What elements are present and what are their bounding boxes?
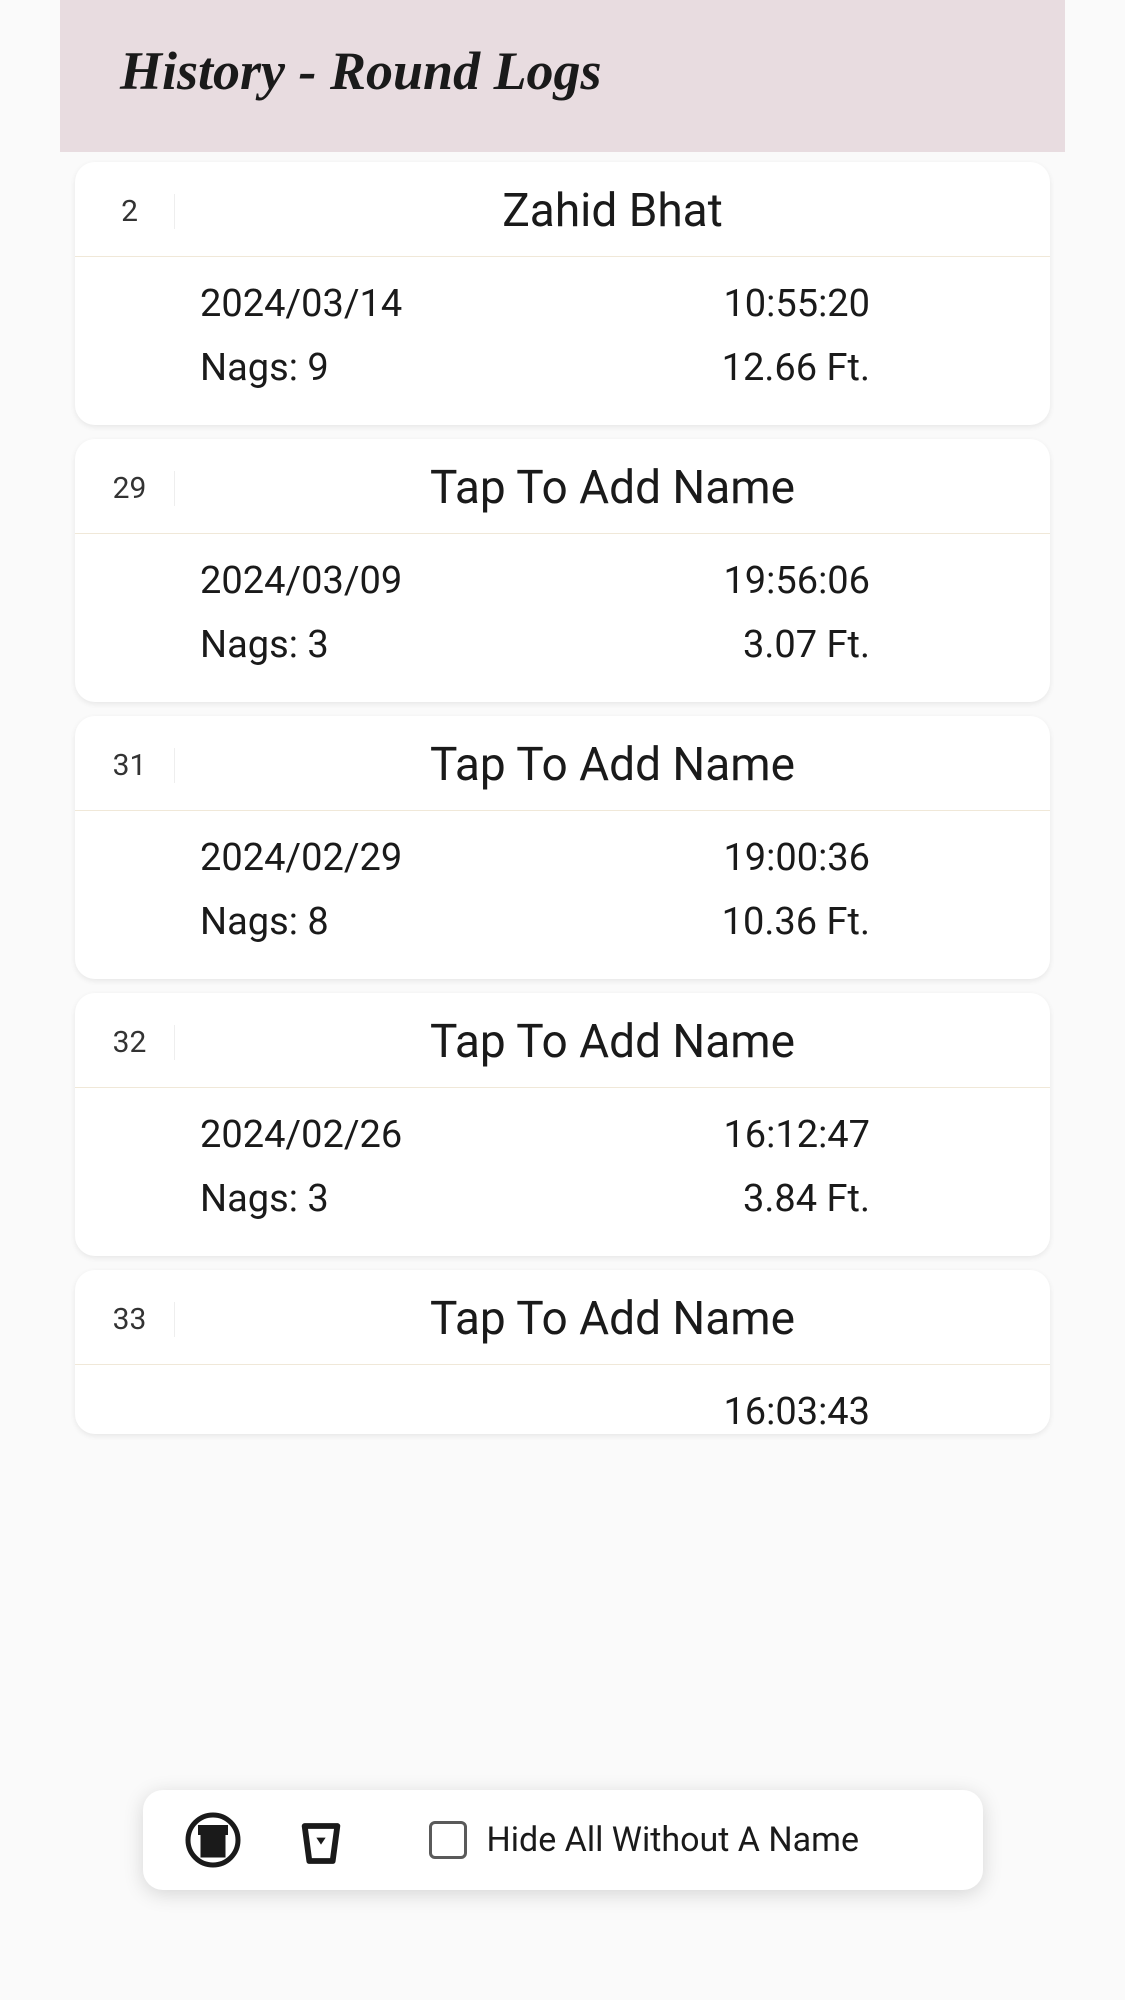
card-row-stats: Nags: 3 3.07 Ft. <box>105 623 1020 667</box>
card-row-datetime: 2024/03/14 10:55:20 <box>105 282 1020 326</box>
card-row-datetime-partial: 16:03:43 <box>75 1365 1050 1434</box>
card-number: 33 <box>95 1302 175 1337</box>
card-header: 33 Tap To Add Name <box>75 1270 1050 1365</box>
card-row-stats: Nags: 3 3.84 Ft. <box>105 1177 1020 1221</box>
card-body: 2024/03/09 19:56:06 Nags: 3 3.07 Ft. <box>75 534 1050 702</box>
card-number: 32 <box>95 1025 175 1060</box>
card-row-datetime: 2024/02/26 16:12:47 <box>105 1113 1020 1157</box>
archive-icon <box>183 1810 243 1870</box>
card-nags: Nags: 8 <box>105 900 329 944</box>
card-number: 31 <box>95 748 175 783</box>
card-nags: Nags: 3 <box>105 1177 329 1221</box>
trash-icon <box>293 1812 349 1868</box>
history-list: 2 Zahid Bhat 2024/03/14 10:55:20 Nags: 9… <box>0 152 1125 1434</box>
card-feet: 10.36 Ft. <box>722 900 1020 944</box>
card-time: 16:12:47 <box>723 1113 1020 1157</box>
card-nags: Nags: 3 <box>105 623 329 667</box>
card-body: 2024/02/29 19:00:36 Nags: 8 10.36 Ft. <box>75 811 1050 979</box>
hide-checkbox-label: Hide All Without A Name <box>487 1820 860 1860</box>
history-card[interactable]: 33 Tap To Add Name 16:03:43 <box>75 1270 1050 1434</box>
bottom-toolbar: Hide All Without A Name <box>143 1790 983 1890</box>
card-header: 31 Tap To Add Name <box>75 716 1050 811</box>
card-time: 19:56:06 <box>723 559 1020 603</box>
card-date: 2024/03/14 <box>105 282 402 326</box>
card-header: 2 Zahid Bhat <box>75 162 1050 257</box>
history-card[interactable]: 32 Tap To Add Name 2024/02/26 16:12:47 N… <box>75 993 1050 1256</box>
card-header: 32 Tap To Add Name <box>75 993 1050 1088</box>
card-number: 2 <box>95 194 175 229</box>
hide-checkbox-group[interactable]: Hide All Without A Name <box>429 1820 860 1860</box>
card-date: 2024/03/09 <box>105 559 402 603</box>
card-row-stats: Nags: 8 10.36 Ft. <box>105 900 1020 944</box>
page-title: History - Round Logs <box>120 40 1005 102</box>
card-feet: 12.66 Ft. <box>722 346 1020 390</box>
card-time: 16:03:43 <box>723 1390 1020 1434</box>
card-time: 19:00:36 <box>723 836 1020 880</box>
card-body: 2024/02/26 16:12:47 Nags: 3 3.84 Ft. <box>75 1088 1050 1256</box>
card-name[interactable]: Tap To Add Name <box>175 461 1030 515</box>
page-header: History - Round Logs <box>60 0 1065 152</box>
hide-checkbox[interactable] <box>429 1821 467 1859</box>
card-row-stats: Nags: 9 12.66 Ft. <box>105 346 1020 390</box>
card-date <box>105 1390 200 1434</box>
history-card[interactable]: 2 Zahid Bhat 2024/03/14 10:55:20 Nags: 9… <box>75 162 1050 425</box>
card-body: 2024/03/14 10:55:20 Nags: 9 12.66 Ft. <box>75 257 1050 425</box>
card-number: 29 <box>95 471 175 506</box>
card-feet: 3.07 Ft. <box>743 623 1020 667</box>
card-name[interactable]: Tap To Add Name <box>175 1292 1030 1346</box>
card-time: 10:55:20 <box>723 282 1020 326</box>
delete-button[interactable] <box>293 1812 349 1868</box>
card-date: 2024/02/26 <box>105 1113 402 1157</box>
archive-button[interactable] <box>183 1810 243 1870</box>
card-name[interactable]: Tap To Add Name <box>175 1015 1030 1069</box>
card-name[interactable]: Tap To Add Name <box>175 738 1030 792</box>
card-nags: Nags: 9 <box>105 346 329 390</box>
history-card[interactable]: 31 Tap To Add Name 2024/02/29 19:00:36 N… <box>75 716 1050 979</box>
card-feet: 3.84 Ft. <box>743 1177 1020 1221</box>
card-date: 2024/02/29 <box>105 836 402 880</box>
card-row-datetime: 2024/03/09 19:56:06 <box>105 559 1020 603</box>
card-name[interactable]: Zahid Bhat <box>175 184 1030 238</box>
history-card[interactable]: 29 Tap To Add Name 2024/03/09 19:56:06 N… <box>75 439 1050 702</box>
card-row-datetime: 2024/02/29 19:00:36 <box>105 836 1020 880</box>
card-header: 29 Tap To Add Name <box>75 439 1050 534</box>
